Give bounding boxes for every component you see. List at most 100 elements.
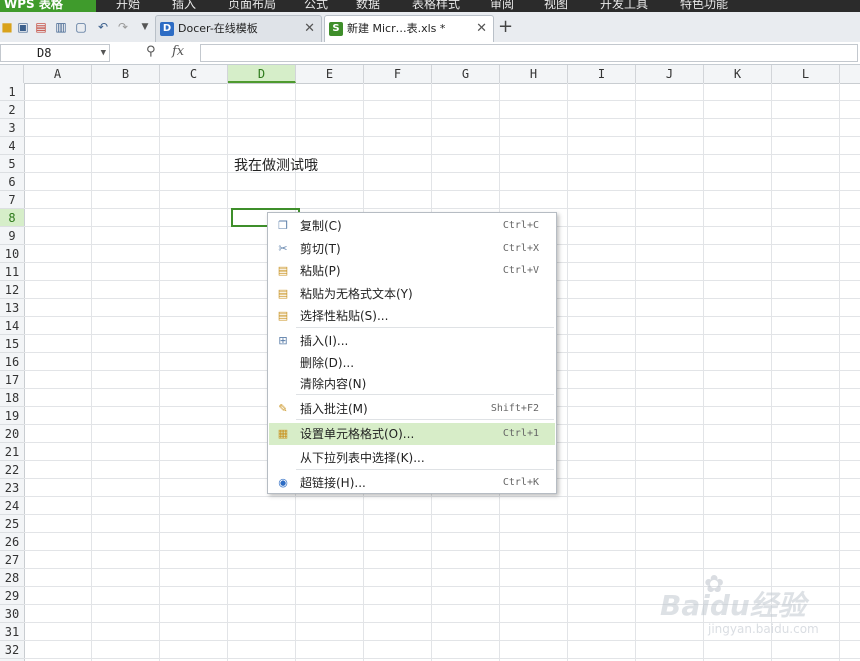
row-header-27[interactable]: 27 xyxy=(0,551,24,569)
menu-item-6[interactable]: 删除(D)... xyxy=(269,352,555,374)
row-header-10[interactable]: 10 xyxy=(0,245,24,263)
row-header-4[interactable]: 4 xyxy=(0,137,24,155)
name-box[interactable]: D8 ▼ xyxy=(0,44,110,62)
column-header-c[interactable]: C xyxy=(160,65,228,83)
row-header-12[interactable]: 12 xyxy=(0,281,24,299)
formula-bar: D8 ▼ ⚲ fx xyxy=(0,42,860,65)
column-header-g[interactable]: G xyxy=(432,65,500,83)
undo-icon[interactable]: ↶ xyxy=(96,20,110,34)
zoom-icon[interactable]: ⚲ xyxy=(146,44,156,59)
row-header-9[interactable]: 9 xyxy=(0,227,24,245)
comment-icon: ✎ xyxy=(278,402,288,415)
select-all-corner[interactable] xyxy=(0,65,24,83)
menu-item-11[interactable]: ◉ 超链接(H)... Ctrl+K xyxy=(269,472,555,494)
close-icon[interactable]: ✕ xyxy=(304,16,315,42)
document-tab-bar: ■ ▣ ▤ ▥ ▢ ↶ ↷ ▼ D Docer-在线模板 ✕ S 新建 Micr… xyxy=(0,12,860,43)
row-header-2[interactable]: 2 xyxy=(0,101,24,119)
tab-docer-label: Docer-在线模板 xyxy=(178,22,258,35)
menu-item-label: 超链接(H)... xyxy=(300,476,366,490)
row-header-15[interactable]: 15 xyxy=(0,335,24,353)
row-header-16[interactable]: 16 xyxy=(0,353,24,371)
ribbon-tab-page-layout[interactable]: 页面布局 xyxy=(228,0,276,12)
row-header-3[interactable]: 3 xyxy=(0,119,24,137)
row-header-8[interactable]: 8 xyxy=(0,209,24,227)
function-icon[interactable]: fx xyxy=(172,44,184,59)
ribbon-tab-home[interactable]: 开始 xyxy=(116,0,140,12)
docer-icon: D xyxy=(160,22,174,36)
column-header-l[interactable]: L xyxy=(772,65,840,83)
column-header-e[interactable]: E xyxy=(296,65,364,83)
menu-item-shortcut: Ctrl+1 xyxy=(502,428,539,439)
column-header-b[interactable]: B xyxy=(92,65,160,83)
open-folder-icon[interactable]: ■ xyxy=(0,20,14,34)
tab-docer[interactable]: D Docer-在线模板 ✕ xyxy=(155,15,322,42)
customize-toolbar-icon[interactable]: ▼ xyxy=(138,20,152,34)
print-preview-icon[interactable]: ▢ xyxy=(74,20,88,34)
row-header-24[interactable]: 24 xyxy=(0,497,24,515)
context-menu: ❐ 复制(C) Ctrl+C ✂ 剪切(T) Ctrl+X ▤ 粘贴(P) Ctrl+V ▤ 粘贴为… xyxy=(267,212,557,494)
row-header-20[interactable]: 20 xyxy=(0,425,24,443)
new-tab-button[interactable]: + xyxy=(498,16,513,37)
row-header-22[interactable]: 22 xyxy=(0,461,24,479)
formula-input[interactable] xyxy=(200,44,858,62)
row-header-1[interactable]: 1 xyxy=(0,83,24,101)
cell-d5[interactable]: 我在做测试哦 xyxy=(234,155,318,175)
column-header-i[interactable]: I xyxy=(568,65,636,83)
column-header-d[interactable]: D xyxy=(228,65,296,83)
menu-item-10[interactable]: 从下拉列表中选择(K)... xyxy=(269,447,555,469)
menu-item-shortcut: Shift+F2 xyxy=(490,403,539,414)
chevron-down-icon[interactable]: ▼ xyxy=(101,45,106,61)
menu-item-7[interactable]: 清除内容(N) xyxy=(269,373,555,395)
save-icon[interactable]: ▣ xyxy=(16,20,30,34)
row-header-14[interactable]: 14 xyxy=(0,317,24,335)
menu-item-8[interactable]: ✎ 插入批注(M) Shift+F2 xyxy=(269,398,555,420)
row-header-26[interactable]: 26 xyxy=(0,533,24,551)
ribbon-tab-special[interactable]: 特色功能 xyxy=(680,0,728,12)
close-icon[interactable]: ✕ xyxy=(476,16,487,42)
row-header-7[interactable]: 7 xyxy=(0,191,24,209)
menu-item-label: 剪切(T) xyxy=(300,242,341,256)
ribbon-tab-table-style[interactable]: 表格样式 xyxy=(412,0,460,12)
row-header-25[interactable]: 25 xyxy=(0,515,24,533)
row-header-19[interactable]: 19 xyxy=(0,407,24,425)
column-header-h[interactable]: H xyxy=(500,65,568,83)
row-header-23[interactable]: 23 xyxy=(0,479,24,497)
menu-item-2[interactable]: ▤ 粘贴(P) Ctrl+V xyxy=(269,260,555,282)
paste-text-icon: ▤ xyxy=(277,287,289,300)
column-header-j[interactable]: J xyxy=(636,65,704,83)
ribbon-tab-developer[interactable]: 开发工具 xyxy=(600,0,648,12)
menu-item-0[interactable]: ❐ 复制(C) Ctrl+C xyxy=(269,215,555,237)
row-header-31[interactable]: 31 xyxy=(0,623,24,641)
row-header-32[interactable]: 32 xyxy=(0,641,24,659)
ribbon-tab-review[interactable]: 审阅 xyxy=(490,0,514,12)
row-header-5[interactable]: 5 xyxy=(0,155,24,173)
row-header-28[interactable]: 28 xyxy=(0,569,24,587)
row-header-13[interactable]: 13 xyxy=(0,299,24,317)
tab-spreadsheet[interactable]: S 新建 Micr…表.xls * ✕ xyxy=(324,15,494,42)
menu-item-4[interactable]: ▤ 选择性粘贴(S)... xyxy=(269,305,555,327)
menu-item-9[interactable]: ▦ 设置单元格格式(O)... Ctrl+1 xyxy=(269,423,555,445)
column-header-k[interactable]: K xyxy=(704,65,772,83)
menu-item-label: 设置单元格格式(O)... xyxy=(300,427,415,441)
row-header-6[interactable]: 6 xyxy=(0,173,24,191)
menu-item-3[interactable]: ▤ 粘贴为无格式文本(Y) xyxy=(269,283,555,305)
ribbon-tab-insert[interactable]: 插入 xyxy=(172,0,196,12)
ribbon-tab-view[interactable]: 视图 xyxy=(544,0,568,12)
ribbon-tab-formula[interactable]: 公式 xyxy=(304,0,328,12)
column-header-bar: ABCDEFGHIJKL xyxy=(0,65,860,84)
row-header-18[interactable]: 18 xyxy=(0,389,24,407)
menu-item-5[interactable]: ⊞ 插入(I)... xyxy=(269,330,555,352)
row-header-29[interactable]: 29 xyxy=(0,587,24,605)
row-header-11[interactable]: 11 xyxy=(0,263,24,281)
column-header-f[interactable]: F xyxy=(364,65,432,83)
column-header-a[interactable]: A xyxy=(24,65,92,83)
row-header-17[interactable]: 17 xyxy=(0,371,24,389)
app-menu-button[interactable]: WPS 表格 xyxy=(0,0,96,12)
export-pdf-icon[interactable]: ▤ xyxy=(34,20,48,34)
redo-icon[interactable]: ↷ xyxy=(116,20,130,34)
ribbon-tab-data[interactable]: 数据 xyxy=(356,0,380,12)
print-icon[interactable]: ▥ xyxy=(54,20,68,34)
row-header-30[interactable]: 30 xyxy=(0,605,24,623)
menu-item-1[interactable]: ✂ 剪切(T) Ctrl+X xyxy=(269,238,555,260)
row-header-21[interactable]: 21 xyxy=(0,443,24,461)
